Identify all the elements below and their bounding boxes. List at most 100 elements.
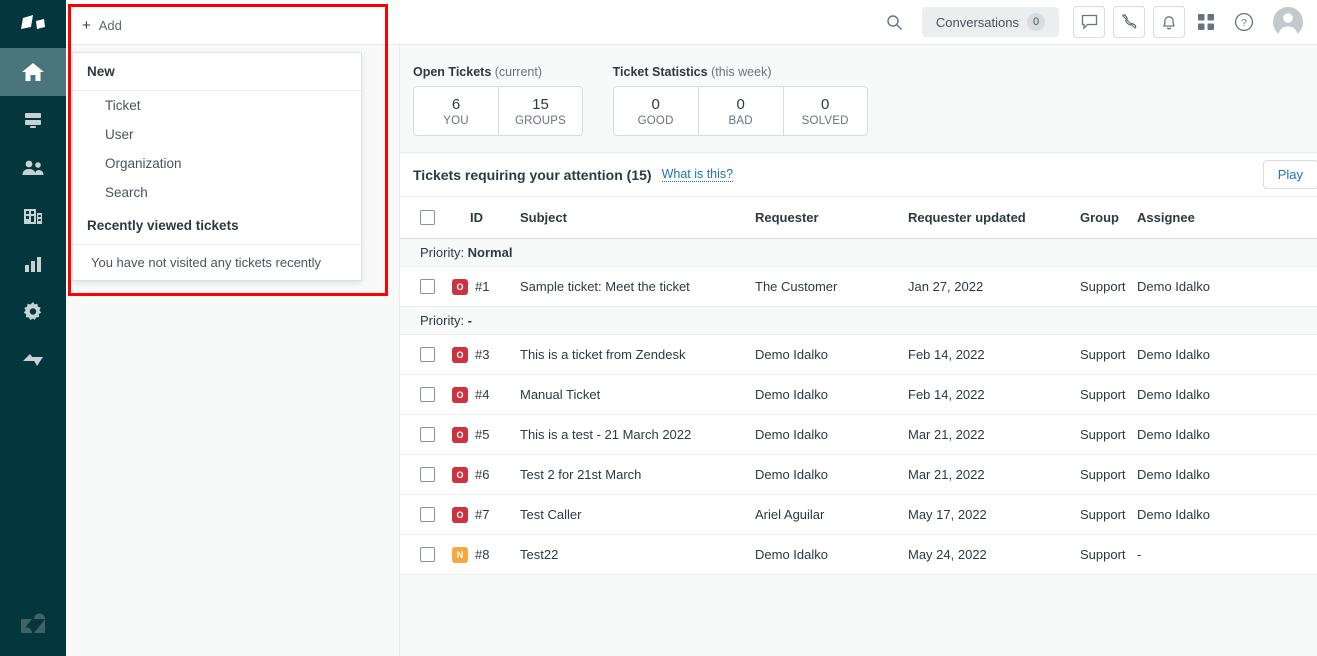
ticket-group: Support [1080,467,1126,483]
status-badge: O [452,346,468,363]
column-header-group[interactable]: Group [1080,210,1137,225]
status-badge: N [452,546,468,563]
column-header-requester[interactable]: Requester [755,210,908,225]
tickets-table: ID Subject Requester Requester updated G… [400,197,1317,576]
row-checkbox[interactable] [400,347,452,363]
page-title: Tickets requiring your attention (15) [413,166,652,183]
add-dropdown-menu: New Ticket User Organization Search Rece… [72,52,362,281]
table-row[interactable]: O #6 Test 2 for 21st March Demo Idalko Mar 2… [400,455,1317,496]
ticket-requester: The Customer [755,279,838,295]
ticket-statistics-title-text: Ticket Statistics [612,65,708,79]
dropdown-item-ticket[interactable]: Ticket [73,91,361,120]
select-all-checkbox[interactable] [400,210,452,226]
row-checkbox[interactable] [400,467,452,483]
global-nav-rail [0,0,66,656]
row-checkbox[interactable] [400,507,452,523]
column-header-requester-updated[interactable]: Requester updated [908,210,1080,225]
row-checkbox[interactable] [400,279,452,295]
open-tickets-subtitle: (current) [494,65,542,79]
ticket-id: #7 [475,507,490,523]
dropdown-item-user[interactable]: User [73,120,361,149]
status-badge: O [452,426,468,443]
stat-label: SOLVED [801,115,849,128]
dropdown-item-search[interactable]: Search [73,178,361,207]
stat-value: 0 [651,96,660,113]
phone-icon[interactable] [1113,6,1145,38]
svg-text:?: ? [1241,17,1247,29]
row-id-cell: N #8 [452,546,520,563]
table-group-row: Priority: - [400,307,1317,336]
stat-box-good[interactable]: 0 GOOD [612,86,698,137]
stat-value: 0 [736,96,745,113]
ticket-group: Support [1080,347,1126,363]
stat-box-solved[interactable]: 0 SOLVED [782,86,868,137]
table-row[interactable]: O #4 Manual Ticket Demo Idalko Feb 14, 2022 S… [400,375,1317,416]
ticket-subject: This is a ticket from Zendesk [520,347,686,363]
row-checkbox[interactable] [400,387,452,403]
table-row[interactable]: O #1 Sample ticket: Meet the ticket The Cus… [400,267,1317,308]
table-row[interactable]: O #5 This is a test - 21 March 2022 Demo Id… [400,415,1317,456]
open-tickets-title: Open Tickets (current) [413,65,583,79]
views-icon [22,110,44,130]
sidebar-item-reporting[interactable] [0,240,66,288]
table-row[interactable]: O #3 This is a ticket from Zendesk Demo Ida… [400,335,1317,376]
ticket-requester: Demo Idalko [755,427,828,443]
ticket-group: Support [1080,507,1126,523]
dropdown-empty-message: You have not visited any tickets recentl… [91,255,322,270]
play-button[interactable]: Play [1262,160,1317,190]
ticket-group: Support [1080,279,1126,295]
what-is-this-link[interactable]: What is this? [661,167,734,183]
home-main-content: Open Tickets (current) 6 YOU 15 GROUPS T… [400,45,1317,656]
table-row[interactable]: N #8 Test22 Demo Idalko May 24, 2022 Support - [400,535,1317,576]
row-checkbox[interactable] [400,547,452,563]
stat-label: GROUPS [514,115,567,128]
stat-value: 0 [820,96,830,113]
conversations-pill[interactable]: Conversations 0 [921,7,1059,37]
sidebar-item-explore[interactable] [0,336,66,384]
ticket-subject: This is a test - 21 March 2022 [520,427,692,443]
ticket-id: #8 [475,547,490,563]
bell-icon[interactable] [1153,6,1185,38]
sidebar-item-organizations[interactable] [0,192,66,240]
ticket-subject: Test Caller [520,507,582,523]
stat-label: BAD [728,115,753,128]
stat-box-groups[interactable]: 15 GROUPS [498,86,583,137]
column-header-subject[interactable]: Subject [520,210,755,225]
ticket-subject: Sample ticket: Meet the ticket [520,279,690,295]
home-icon [21,61,45,83]
ticket-requester: Ariel Aguilar [755,507,825,523]
row-id-cell: O #5 [452,426,520,443]
group-label: Priority: Normal [420,245,513,261]
ticket-requester-updated: May 24, 2022 [908,547,987,563]
grid-apps-icon[interactable] [1189,5,1223,39]
conversations-count-badge: 0 [1027,13,1045,31]
table-row[interactable]: O #7 Test Caller Ariel Aguilar May 17, 2022 S… [400,495,1317,536]
ticket-assignee: Demo Idalko [1137,387,1210,403]
ticket-requester: Demo Idalko [755,387,828,403]
search-icon[interactable] [878,5,912,39]
ticket-subject: Manual Ticket [520,387,601,403]
ticket-requester-updated: Feb 14, 2022 [908,387,985,403]
stat-box-you[interactable]: 6 YOU [413,86,498,137]
stat-box-bad[interactable]: 0 BAD [697,86,783,137]
add-label: Add [98,17,122,33]
ticket-assignee: Demo Idalko [1137,467,1210,483]
add-button-bar[interactable]: + Add [72,6,384,44]
column-header-assignee[interactable]: Assignee [1137,210,1277,225]
sidebar-item-customers[interactable] [0,144,66,192]
dropdown-item-organization[interactable]: Organization [73,149,361,178]
column-header-id[interactable]: ID [452,210,520,225]
question-mark-icon[interactable]: ? [1227,5,1261,39]
sidebar-item-views[interactable] [0,96,66,144]
avatar[interactable] [1273,7,1303,37]
table-group-row: Priority: Normal [400,239,1317,268]
stat-value: 15 [532,96,549,113]
dropdown-header-recently-viewed: Recently viewed tickets [73,207,361,245]
row-checkbox[interactable] [400,427,452,443]
sidebar-item-home[interactable] [0,48,66,96]
chat-bubble-icon[interactable] [1073,6,1105,38]
zendesk-products-logo[interactable] [0,0,66,48]
zendesk-logo [0,600,66,648]
sidebar-item-admin[interactable] [0,288,66,336]
dropdown-header-new: New [73,53,361,91]
